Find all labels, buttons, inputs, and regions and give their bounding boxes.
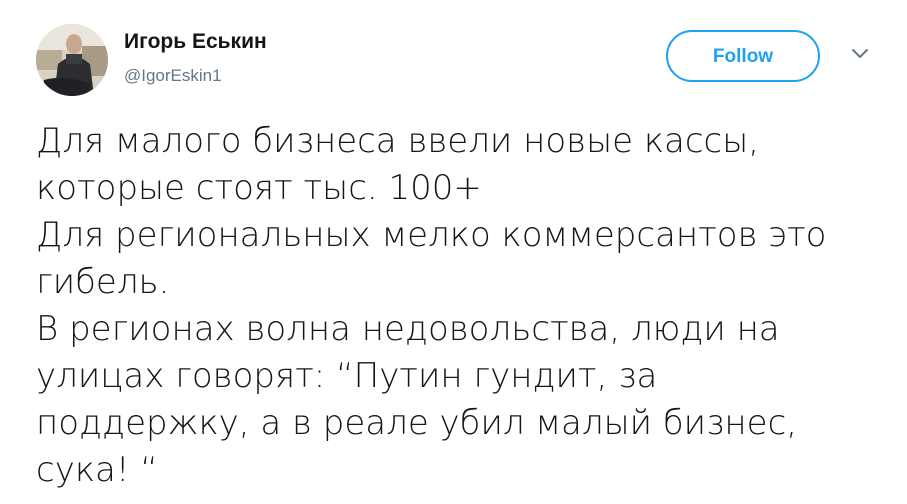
tweet-text-line: поддержку, а в реале убил малый бизнес, (36, 403, 798, 443)
tweet-text-line: В регионах волна недовольства, люди на (36, 309, 780, 349)
follow-button[interactable]: Follow (666, 30, 820, 82)
tweet-text-line: Для малого бизнеса ввели новые кассы, (36, 121, 760, 161)
display-name[interactable]: Игорь Еськин (124, 30, 267, 54)
chevron-down-icon[interactable] (848, 44, 872, 64)
tweet-text-line: сука! “ (36, 450, 158, 490)
tweet-text-line: которые стоят тыс. 100+ (36, 168, 482, 208)
tweet-text: Для малого бизнеса ввели новые кассы, ко… (36, 118, 896, 494)
tweet-text-line: Для региональных мелко коммерсантов это (36, 215, 827, 255)
tweet-text-line: улицах говорят: “Путин гундит, за (36, 356, 658, 396)
user-handle[interactable]: @IgorEskin1 (124, 66, 222, 86)
tweet-text-line: гибель. (36, 262, 170, 302)
avatar[interactable] (36, 24, 108, 96)
avatar-photo (36, 24, 108, 96)
tweet-card: Игорь Еськин @IgorEskin1 Follow Для мало… (0, 0, 907, 504)
